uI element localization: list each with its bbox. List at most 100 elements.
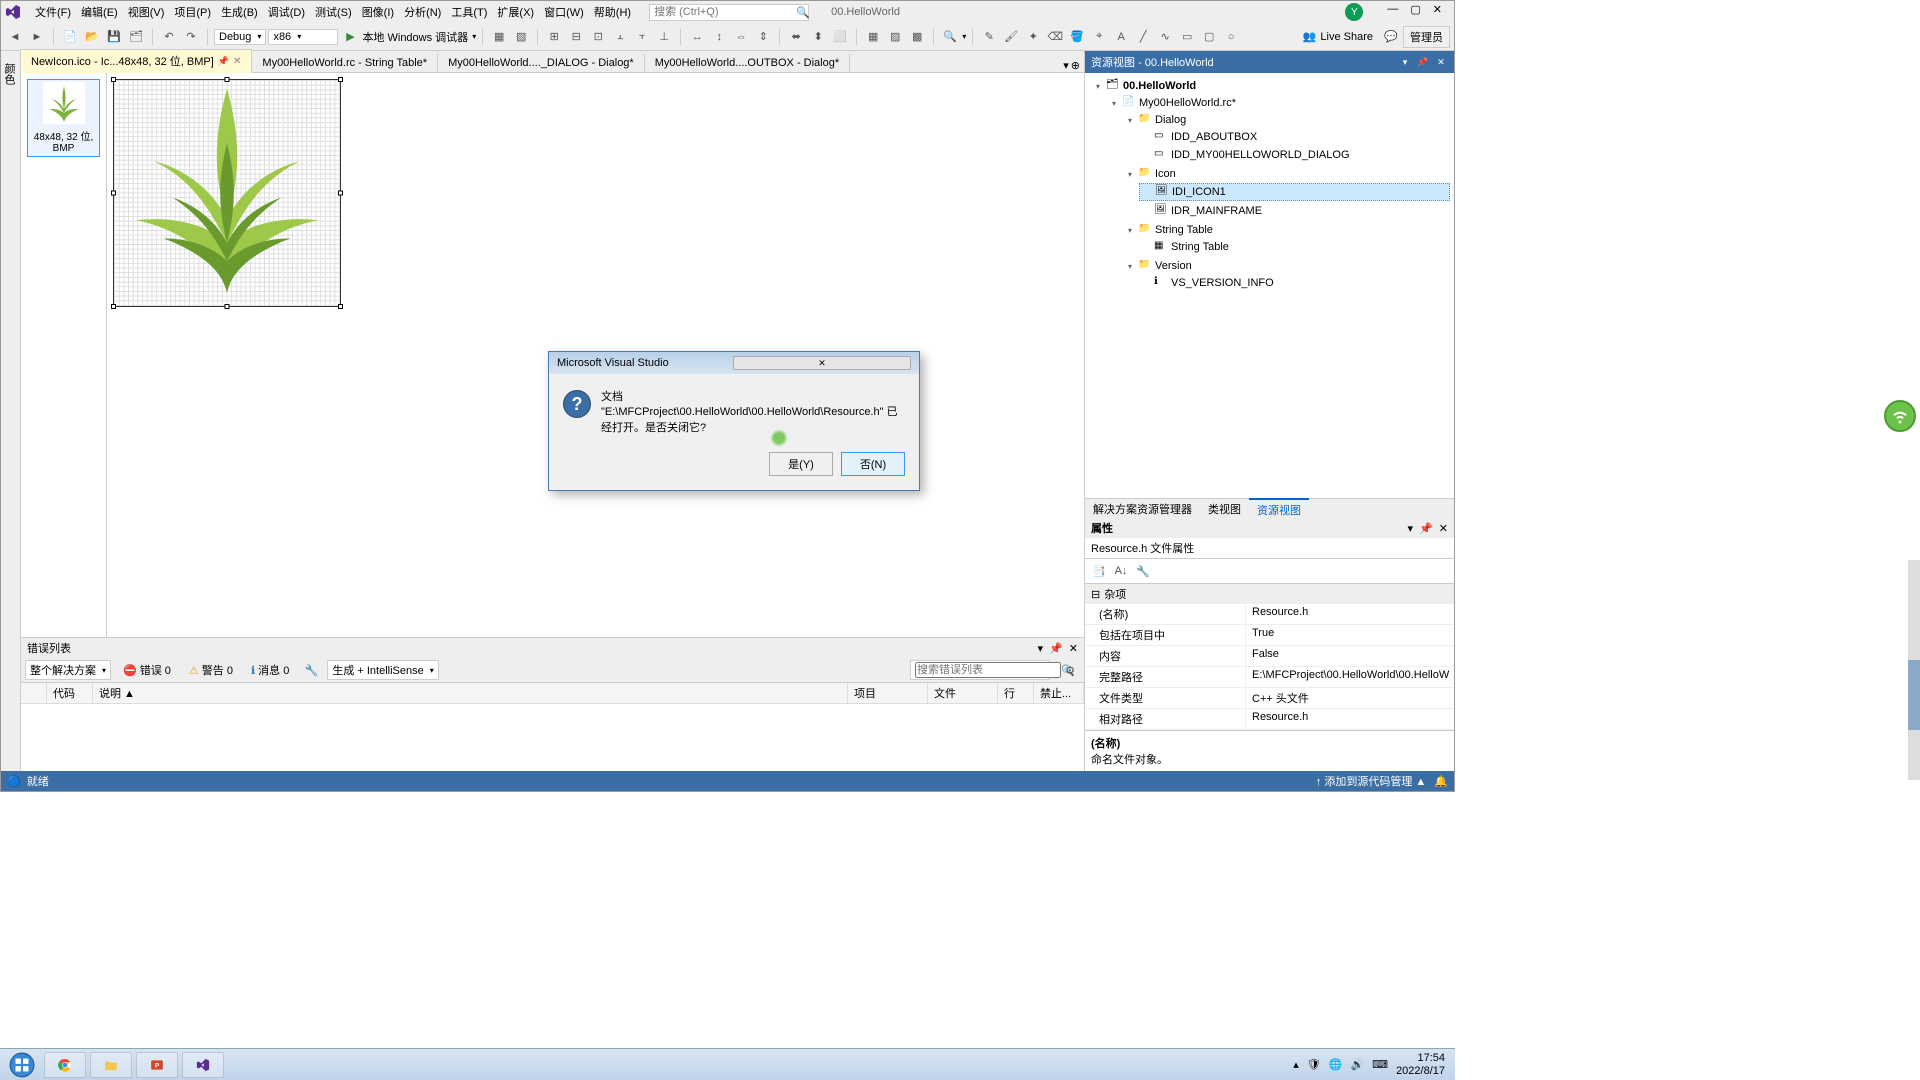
menu-help[interactable]: 帮助(H): [590, 2, 635, 22]
handle-icon[interactable]: [338, 304, 343, 309]
col-line[interactable]: 行: [998, 683, 1034, 703]
error-grid[interactable]: 代码 说明 ▲ 项目 文件 行 禁止...: [21, 683, 1084, 771]
spacing-icon[interactable]: ↔: [687, 27, 707, 47]
col-suppress[interactable]: 禁止...: [1034, 683, 1084, 703]
errors-filter[interactable]: ⛔错误 0: [117, 660, 177, 680]
zoom-dropdown-icon[interactable]: ▾: [962, 32, 966, 41]
tree-rc[interactable]: ▾📄My00HelloWorld.rc*: [1107, 95, 1450, 111]
pin-icon[interactable]: 📌: [1049, 642, 1063, 655]
close-icon[interactable]: ✕: [1433, 3, 1442, 21]
user-avatar[interactable]: Y: [1345, 3, 1363, 21]
error-search[interactable]: 🔍: [910, 660, 1050, 680]
size-icon[interactable]: ⬜: [830, 27, 850, 47]
maximize-icon[interactable]: ▢: [1410, 3, 1420, 21]
warnings-filter[interactable]: ⚠警告 0: [183, 660, 239, 680]
tray-volume-icon[interactable]: 🔊: [1350, 1058, 1364, 1071]
left-dock-strip[interactable]: 颜色: [1, 51, 21, 771]
task-powerpoint[interactable]: P: [136, 1052, 178, 1078]
spacing-icon[interactable]: ⇕: [753, 27, 773, 47]
dropdown-icon[interactable]: ▾: [1398, 55, 1412, 69]
tree-folder-string[interactable]: ▾📁String Table: [1123, 222, 1450, 238]
back-icon[interactable]: ◄: [5, 27, 25, 47]
error-search-input[interactable]: [915, 662, 1061, 678]
tree-folder-dialog[interactable]: ▾📁Dialog: [1123, 112, 1450, 128]
yes-button[interactable]: 是(Y): [769, 452, 833, 476]
task-explorer[interactable]: [90, 1052, 132, 1078]
tray-input-icon[interactable]: ⌨: [1372, 1058, 1388, 1071]
spacing-icon[interactable]: ↕: [709, 27, 729, 47]
menu-analyze[interactable]: 分析(N): [400, 2, 445, 22]
icon-variant-thumb[interactable]: 48x48, 32 位, BMP: [27, 79, 100, 157]
dropdown-icon[interactable]: ▾: [1038, 642, 1044, 655]
prop-value[interactable]: Resource.h: [1245, 709, 1454, 729]
prop-row[interactable]: 内容False: [1085, 646, 1454, 667]
grid-icon[interactable]: ▩: [907, 27, 927, 47]
picker-icon[interactable]: ⌖: [1089, 27, 1109, 47]
task-visualstudio[interactable]: [182, 1052, 224, 1078]
filter-icon[interactable]: 🔧: [301, 660, 321, 680]
settings-icon[interactable]: ⚙: [1060, 660, 1080, 680]
tree-item[interactable]: ▭IDD_MY00HELLOWORLD_DIALOG: [1139, 147, 1450, 163]
undo-icon[interactable]: ↶: [159, 27, 179, 47]
expander-icon[interactable]: ▾: [1125, 115, 1135, 125]
config-combo[interactable]: Debug: [214, 29, 266, 45]
align-icon[interactable]: ⊞: [544, 27, 564, 47]
col-code[interactable]: 代码: [47, 683, 93, 703]
doc-tab-dialog1[interactable]: My00HelloWorld...._DIALOG - Dialog*: [438, 54, 645, 72]
scope-combo[interactable]: 整个解决方案: [25, 660, 111, 680]
eraser-icon[interactable]: ⌫: [1045, 27, 1065, 47]
messages-filter[interactable]: ℹ消息 0: [245, 660, 295, 680]
dialog-close-button[interactable]: ✕: [733, 356, 911, 370]
pencil-icon[interactable]: ✎: [979, 27, 999, 47]
grid-icon[interactable]: ▨: [885, 27, 905, 47]
airbrush-icon[interactable]: ✦: [1023, 27, 1043, 47]
align-icon[interactable]: ⫟: [632, 27, 652, 47]
zoom-icon[interactable]: 🔍: [940, 27, 960, 47]
close-icon[interactable]: ✕: [1069, 642, 1078, 655]
align-icon[interactable]: ⫠: [610, 27, 630, 47]
tree-item[interactable]: ℹVS_VERSION_INFO: [1139, 275, 1450, 291]
prop-row[interactable]: 相对路径Resource.h: [1085, 709, 1454, 730]
pin-icon[interactable]: 📌: [1416, 55, 1430, 69]
tree-folder-version[interactable]: ▾📁Version: [1123, 258, 1450, 274]
build-source-combo[interactable]: 生成 + IntelliSense: [327, 660, 438, 680]
new-icon[interactable]: 📄: [60, 27, 80, 47]
prop-row[interactable]: (名称)Resource.h: [1085, 604, 1454, 625]
align-icon[interactable]: ⊟: [566, 27, 586, 47]
tab-resource-view[interactable]: 资源视图: [1249, 498, 1309, 520]
props-tool-icon[interactable]: 🔧: [1133, 561, 1153, 581]
play-icon[interactable]: ▶: [340, 27, 360, 47]
expander-icon[interactable]: ▾: [1093, 81, 1103, 91]
task-chrome[interactable]: [44, 1052, 86, 1078]
tab-class-view[interactable]: 类视图: [1200, 499, 1249, 519]
handle-icon[interactable]: [225, 77, 230, 82]
live-share-button[interactable]: 👥 Live Share: [1297, 28, 1379, 45]
prop-value[interactable]: True: [1245, 625, 1454, 645]
expander-icon[interactable]: ▾: [1109, 98, 1119, 108]
size-icon[interactable]: ⬍: [808, 27, 828, 47]
rect-icon[interactable]: ▭: [1177, 27, 1197, 47]
quick-search-input[interactable]: [654, 6, 796, 18]
menu-test[interactable]: 测试(S): [311, 2, 356, 22]
roundrect-icon[interactable]: ▢: [1199, 27, 1219, 47]
colors-tab-label[interactable]: 颜色: [3, 59, 18, 89]
col-project[interactable]: 项目: [848, 683, 928, 703]
categorize-icon[interactable]: 📑: [1089, 561, 1109, 581]
toggle-preview-icon[interactable]: ⊕: [1071, 59, 1080, 72]
menu-extensions[interactable]: 扩展(X): [493, 2, 538, 22]
tray-up-icon[interactable]: ▴: [1293, 1058, 1299, 1071]
doc-tab-icon-editor[interactable]: NewIcon.ico - Ic...48x48, 32 位, BMP] 📌 ✕: [21, 49, 252, 73]
handle-icon[interactable]: [338, 77, 343, 82]
brush-icon[interactable]: 🖌: [1001, 27, 1021, 47]
scrollbar-thumb[interactable]: [1908, 660, 1920, 730]
tree-item-selected[interactable]: 🖼IDI_ICON1: [1139, 183, 1450, 201]
tree-item[interactable]: 🖼IDR_MAINFRAME: [1139, 203, 1450, 219]
menu-window[interactable]: 窗口(W): [540, 2, 588, 22]
menu-edit[interactable]: 编辑(E): [77, 2, 122, 22]
menu-tools[interactable]: 工具(T): [447, 2, 491, 22]
tab-solution-explorer[interactable]: 解决方案资源管理器: [1085, 499, 1200, 519]
minimize-icon[interactable]: —: [1387, 3, 1398, 21]
scrollbar[interactable]: [1908, 560, 1920, 780]
tool-icon[interactable]: ▧: [511, 27, 531, 47]
save-icon[interactable]: 💾: [104, 27, 124, 47]
